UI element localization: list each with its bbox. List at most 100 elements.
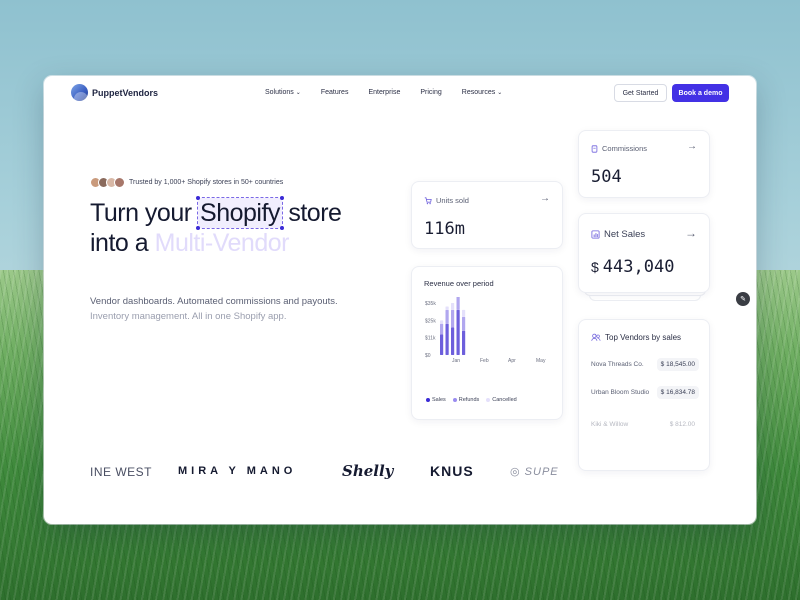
vendor-amount: $ 812.00 xyxy=(669,421,695,428)
users-icon xyxy=(591,333,601,341)
bar-cancelled xyxy=(451,303,455,310)
headline-line2-a: into a xyxy=(90,229,149,257)
legend-label: Sales xyxy=(432,397,446,403)
y-tick-label: $25k xyxy=(425,318,436,324)
legend-item-refunds[interactable]: Refunds xyxy=(452,397,480,403)
vendor-row[interactable]: Nova Threads Co. $ 18,545.00 xyxy=(591,358,699,371)
hero-headline: Turn your Shopify store into a Multi-Ven… xyxy=(90,196,342,258)
bar-refunds xyxy=(451,309,455,328)
y-tick-label: $11k xyxy=(425,336,436,342)
bar-refunds xyxy=(445,309,449,324)
commissions-value: 504 xyxy=(591,167,622,187)
get-started-button[interactable]: Get Started xyxy=(614,84,667,102)
bar-chart-icon xyxy=(591,230,600,239)
bar-sales xyxy=(451,327,455,355)
main-nav: Solutions ⌄ Features Enterprise Pricing … xyxy=(265,89,502,96)
vendor-amount: $ 16,834.78 xyxy=(656,386,699,399)
net-sales-amount: $ 443,040 xyxy=(591,257,674,277)
bar-cancelled xyxy=(462,309,466,317)
logo-knus: KNUS xyxy=(430,463,474,479)
legend-dot xyxy=(426,397,430,402)
chart-title: Revenue over period xyxy=(424,279,494,288)
card-title-text: Net Sales xyxy=(604,229,646,240)
headline-part1: Turn your xyxy=(90,199,192,227)
nav-label: Resources xyxy=(461,89,496,96)
nav-item-pricing[interactable]: Pricing xyxy=(420,89,441,96)
vendor-name: Nova Threads Co. xyxy=(591,361,644,368)
bar-refunds xyxy=(456,297,460,310)
x-tick-label: Jan xyxy=(452,358,460,364)
arrow-right-icon[interactable]: → xyxy=(687,141,697,152)
brand-logo[interactable]: PuppetVendors xyxy=(71,84,158,101)
nav-item-enterprise[interactable]: Enterprise xyxy=(368,89,400,96)
y-tick-label: $35k xyxy=(425,301,436,307)
resize-handle[interactable] xyxy=(196,196,201,200)
nav-label: Enterprise xyxy=(368,89,401,96)
nav-label: Pricing xyxy=(420,89,442,96)
logo-icon xyxy=(71,84,88,101)
vendor-name: Kiki & Willow xyxy=(591,421,629,428)
legend-item-sales[interactable]: Sales xyxy=(426,397,446,403)
logo-shelly: Shelly xyxy=(342,462,394,480)
hero-subtitle-1: Vendor dashboards. Automated commissions… xyxy=(90,296,338,307)
resize-handle[interactable] xyxy=(196,226,201,230)
x-tick-label: Feb xyxy=(480,358,489,364)
bar-refunds xyxy=(462,316,466,331)
card-title-text: Top Vendors by sales xyxy=(605,333,682,342)
nav-label: Features xyxy=(320,89,349,96)
hero-subtitle-2: Inventory management. All in one Shopify… xyxy=(90,311,287,322)
net-sales-card[interactable]: Net Sales → $ 443,040 xyxy=(578,213,710,293)
nav-item-features[interactable]: Features xyxy=(321,89,349,96)
cart-icon xyxy=(424,196,432,204)
card-title-text: Commissions xyxy=(602,144,648,153)
customer-logos: INE WEST MIRA Y MANO Shelly KNUS ◎ SUPE xyxy=(90,458,566,488)
nav-item-resources[interactable]: Resources ⌄ xyxy=(462,89,503,96)
bar-sales xyxy=(445,323,449,355)
x-tick-label: Apr xyxy=(508,358,516,364)
net-sales-value: 443,040 xyxy=(602,257,675,277)
commissions-card[interactable]: Commissions → 504 xyxy=(578,130,710,198)
edit-pen-icon[interactable]: ✎ xyxy=(736,292,750,306)
vendor-amount: $ 18,545.00 xyxy=(656,358,699,371)
card-title: Commissions xyxy=(591,144,647,153)
arrow-right-icon[interactable]: → xyxy=(685,226,697,240)
vendor-name: Urban Bloom Studio xyxy=(591,389,650,396)
resize-handle[interactable] xyxy=(279,196,284,200)
arrow-right-icon[interactable]: → xyxy=(540,193,550,204)
resize-handle[interactable] xyxy=(279,226,284,230)
card-title-text: Units sold xyxy=(436,196,469,205)
bar-sales xyxy=(462,330,466,355)
bar-cancelled xyxy=(440,320,444,324)
revenue-chart-card: Revenue over period $35k $25k $11k $0 Jan Feb… xyxy=(411,266,563,420)
brand-name: PuppetVendors xyxy=(92,87,159,98)
y-tick-label: $0 xyxy=(425,353,431,359)
headline-part2: store xyxy=(288,199,342,227)
units-sold-card[interactable]: Units sold → 116m xyxy=(411,181,563,249)
trusted-badge: Trusted by 1,000+ Shopify stores in 50+ … xyxy=(90,177,283,188)
app-window: PuppetVendors Solutions ⌄ Features Enter… xyxy=(44,76,756,524)
super-logo-icon: ◎ xyxy=(510,466,521,478)
legend-item-cancelled[interactable]: Cancelled xyxy=(486,397,517,403)
logo-super-text: SUPE xyxy=(524,466,559,478)
headline-highlight: Shopify xyxy=(200,199,280,227)
highlight-selection[interactable]: Shopify xyxy=(196,196,284,230)
revenue-chart: $35k $25k $11k $0 Jan Feb Apr May xyxy=(425,297,546,364)
legend-label: Refunds xyxy=(458,397,480,403)
trusted-text: Trusted by 1,000+ Shopify stores in 50+ … xyxy=(129,179,284,186)
logo-nine-west: INE WEST xyxy=(90,465,153,479)
currency-symbol: $ xyxy=(591,259,599,275)
vendor-row[interactable]: Urban Bloom Studio $ 16,834.78 xyxy=(591,386,699,399)
book-demo-button[interactable]: Book a demo xyxy=(672,84,729,102)
chevron-down-icon: ⌄ xyxy=(295,90,301,96)
bar-sales xyxy=(440,334,444,355)
bar-cancelled xyxy=(445,306,449,310)
vendor-row[interactable]: Kiki & Willow $ 812.00 xyxy=(591,418,699,431)
nav-item-solutions[interactable]: Solutions ⌄ xyxy=(265,89,301,96)
chart-legend: Sales Refunds Cancelled xyxy=(426,397,517,403)
card-title: Top Vendors by sales xyxy=(591,333,681,342)
nav-label: Solutions xyxy=(265,89,294,96)
document-icon xyxy=(591,144,598,153)
legend-dot xyxy=(452,397,457,402)
units-value: 116m xyxy=(424,219,465,239)
card-title: Units sold xyxy=(424,196,469,205)
